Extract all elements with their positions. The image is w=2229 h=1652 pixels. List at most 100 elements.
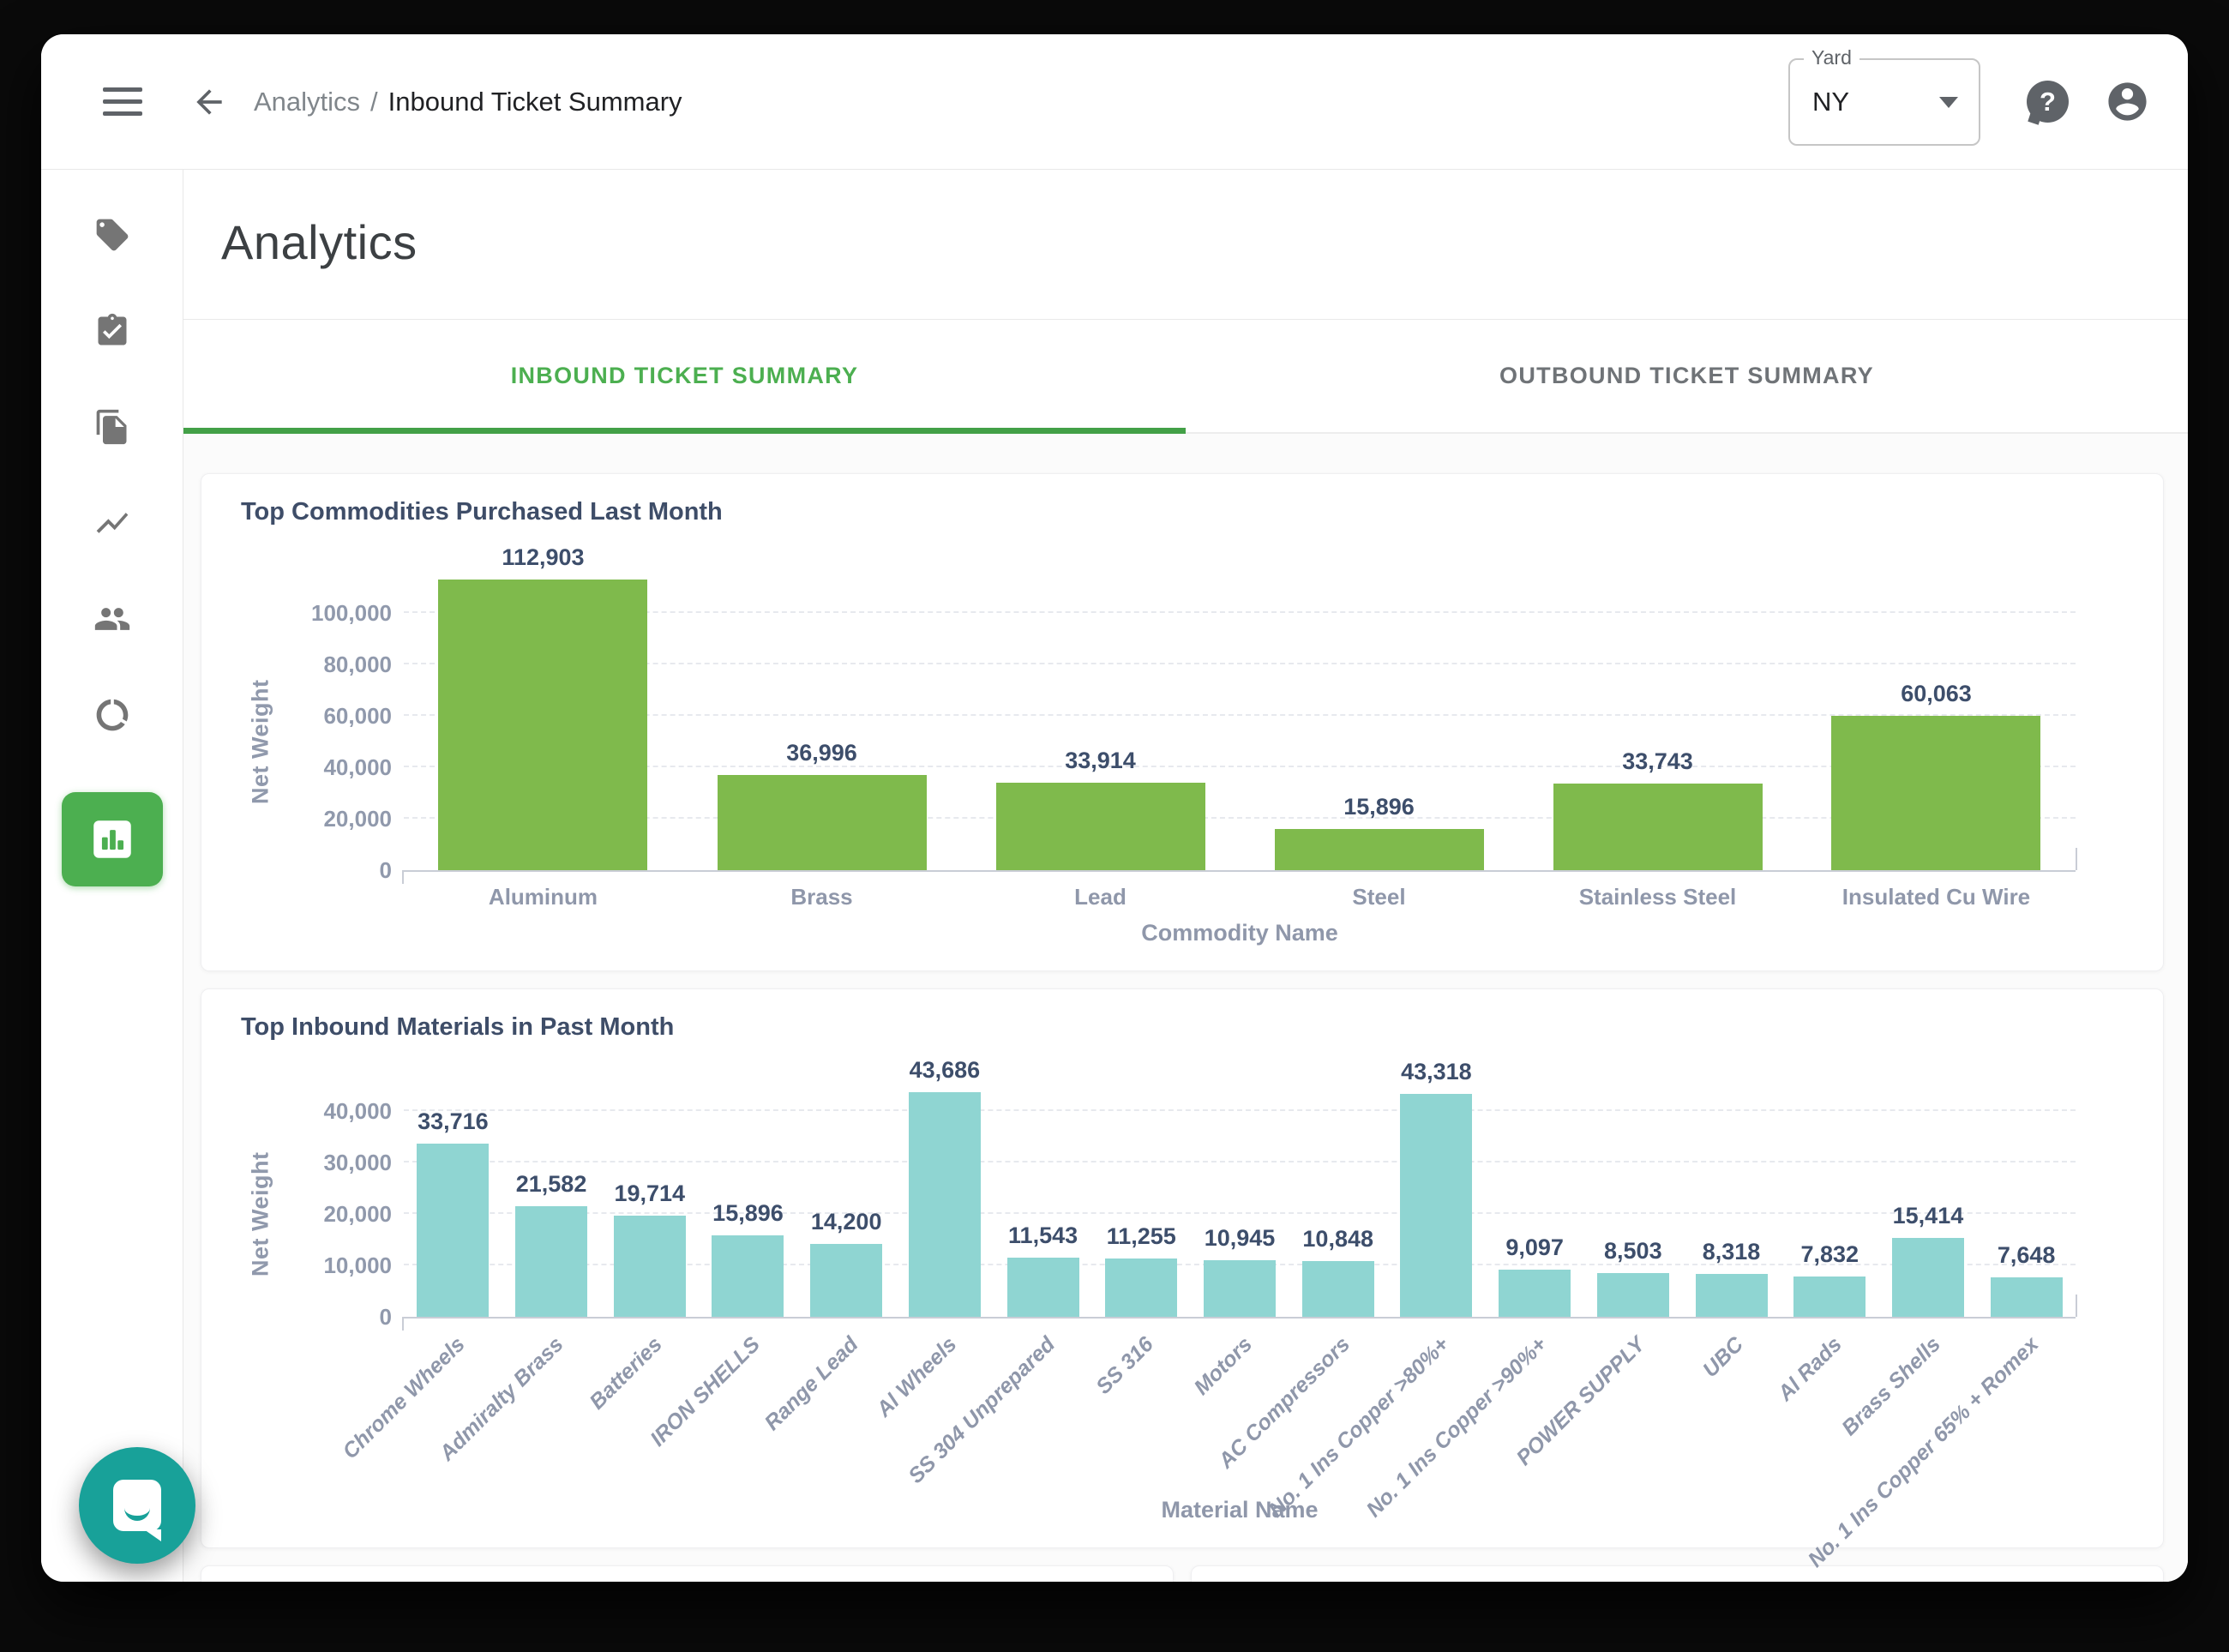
breadcrumb-parent[interactable]: Analytics [254, 87, 360, 117]
x-category-label: Al Wheels [872, 1332, 962, 1422]
dashboard-scroll-area[interactable]: Top Commodities Purchased Last Month Net… [183, 434, 2188, 1582]
bar[interactable] [1831, 716, 2040, 870]
yard-select[interactable]: Yard NY [1788, 58, 1980, 146]
bar[interactable] [712, 1235, 784, 1317]
y-tick-label: 10,000 [323, 1254, 392, 1277]
tab-bar: INBOUND TICKET SUMMARY OUTBOUND TICKET S… [183, 320, 2188, 434]
y-tick-label: 30,000 [323, 1151, 392, 1174]
bar-value-label: 33,914 [989, 748, 1212, 774]
breadcrumb: Analytics/Inbound Ticket Summary [254, 87, 682, 117]
bar[interactable] [1499, 1270, 1571, 1317]
main-content: Analytics INBOUND TICKET SUMMARY OUTBOUN… [183, 170, 2188, 1582]
people-icon [93, 600, 131, 638]
axis-end-cap [2076, 848, 2077, 870]
bar-value-label: 36,996 [711, 740, 934, 766]
x-category-label: Motors [1189, 1332, 1257, 1400]
y-tick-label: 60,000 [323, 705, 392, 727]
partial-card-left [201, 1565, 1174, 1582]
bar-value-label: 15,414 [1817, 1203, 2040, 1229]
bar-value-label: 43,686 [833, 1057, 1056, 1084]
x-category-label: UBC [1698, 1332, 1749, 1383]
bar[interactable] [1204, 1260, 1276, 1317]
gridline [404, 714, 2076, 716]
bar[interactable] [1007, 1258, 1079, 1317]
bar[interactable] [438, 580, 647, 870]
bar[interactable] [1302, 1261, 1374, 1317]
chart-title: Top Commodities Purchased Last Month [241, 498, 2125, 526]
gridline [404, 817, 2076, 819]
gridline [404, 1161, 2076, 1162]
y-axis-tick-labels: 020,00040,00060,00080,000100,000 [291, 613, 392, 870]
bar[interactable] [1597, 1273, 1669, 1317]
sidebar-item-tags[interactable] [93, 216, 131, 254]
bar[interactable] [417, 1144, 489, 1317]
x-category-label: No. 1 Ins Copper >80%+ [1264, 1332, 1454, 1523]
x-category-label: Stainless Steel [1521, 884, 1795, 910]
bar[interactable] [810, 1244, 882, 1317]
bar[interactable] [909, 1092, 981, 1317]
help-icon[interactable]: ? [2027, 81, 2069, 123]
top-app-bar: Analytics/Inbound Ticket Summary Yard NY… [41, 34, 2188, 170]
back-arrow-icon[interactable] [190, 83, 228, 121]
y-tick-label: 0 [380, 859, 392, 881]
sidebar-item-sync[interactable] [93, 696, 131, 734]
account-icon[interactable] [2105, 79, 2150, 124]
chevron-down-icon [1939, 97, 1958, 108]
bar[interactable] [1275, 829, 1484, 870]
y-tick-label: 0 [380, 1306, 392, 1328]
bar-value-label: 60,063 [1824, 681, 2047, 707]
plot-area: 33,716Chrome Wheels21,582Admiralty Brass… [404, 1111, 2076, 1317]
materials-chart-card: Top Inbound Materials in Past Month Net … [201, 988, 2164, 1548]
question-mark-glyph: ? [2040, 87, 2056, 117]
bar[interactable] [515, 1206, 587, 1317]
bar[interactable] [1793, 1277, 1866, 1317]
yard-select-label: Yard [1804, 46, 1860, 69]
bar[interactable] [718, 775, 927, 870]
bar-value-label: 33,743 [1547, 748, 1769, 775]
sidebar-item-customers[interactable] [93, 600, 131, 638]
y-tick-label: 100,000 [311, 602, 392, 624]
page-header: Analytics [183, 170, 2188, 320]
x-category-label: SS 316 [1091, 1332, 1158, 1399]
bar[interactable] [996, 783, 1205, 870]
axis-end-cap [2076, 1295, 2077, 1317]
bar[interactable] [614, 1216, 686, 1317]
chat-bubble-icon [113, 1480, 161, 1531]
tab-inbound-ticket-summary[interactable]: INBOUND TICKET SUMMARY [183, 320, 1186, 432]
app-window: Analytics/Inbound Ticket Summary Yard NY… [41, 34, 2188, 1582]
bar[interactable] [1991, 1277, 2063, 1317]
x-category-label: Al Rads [1773, 1332, 1847, 1406]
x-axis-line [404, 870, 2076, 872]
breadcrumb-current: Inbound Ticket Summary [388, 87, 682, 117]
y-axis-title: Net Weight [243, 613, 279, 870]
menu-icon[interactable] [103, 80, 142, 123]
tag-icon [93, 216, 131, 254]
bar[interactable] [1105, 1259, 1177, 1317]
app-body: Analytics INBOUND TICKET SUMMARY OUTBOUN… [41, 170, 2188, 1582]
gridline [404, 1109, 2076, 1111]
bar[interactable] [1553, 784, 1763, 870]
x-axis-title: Material Name [404, 1497, 2076, 1523]
bar-value-label: 7,648 [1915, 1242, 2138, 1269]
x-category-label: Range Lead [760, 1332, 864, 1436]
partial-card-right [1191, 1565, 2164, 1582]
tab-outbound-ticket-summary[interactable]: OUTBOUND TICKET SUMMARY [1186, 320, 2188, 432]
x-category-label: Insulated Cu Wire [1799, 884, 2073, 910]
sidebar-item-tasks[interactable] [93, 312, 131, 350]
chart-title: Top Inbound Materials in Past Month [241, 1013, 2125, 1042]
x-category-label: Brass [685, 884, 959, 910]
documents-copy-icon [93, 408, 131, 446]
sync-circle-icon [93, 696, 131, 734]
bar[interactable] [1400, 1094, 1472, 1317]
clipboard-check-icon [93, 312, 131, 350]
materials-bar-chart: Net Weight010,00020,00030,00040,00033,71… [239, 1047, 2125, 1537]
axis-tick [402, 870, 404, 884]
sidebar-item-analytics[interactable] [62, 792, 163, 886]
sidebar-item-trends[interactable] [93, 504, 131, 542]
bar[interactable] [1696, 1274, 1768, 1317]
bar-value-label: 43,318 [1325, 1059, 1547, 1085]
x-axis-title: Commodity Name [404, 920, 2076, 946]
bar-value-label: 33,716 [341, 1108, 564, 1135]
chat-launcher-button[interactable] [79, 1447, 195, 1564]
sidebar-item-documents[interactable] [93, 408, 131, 446]
